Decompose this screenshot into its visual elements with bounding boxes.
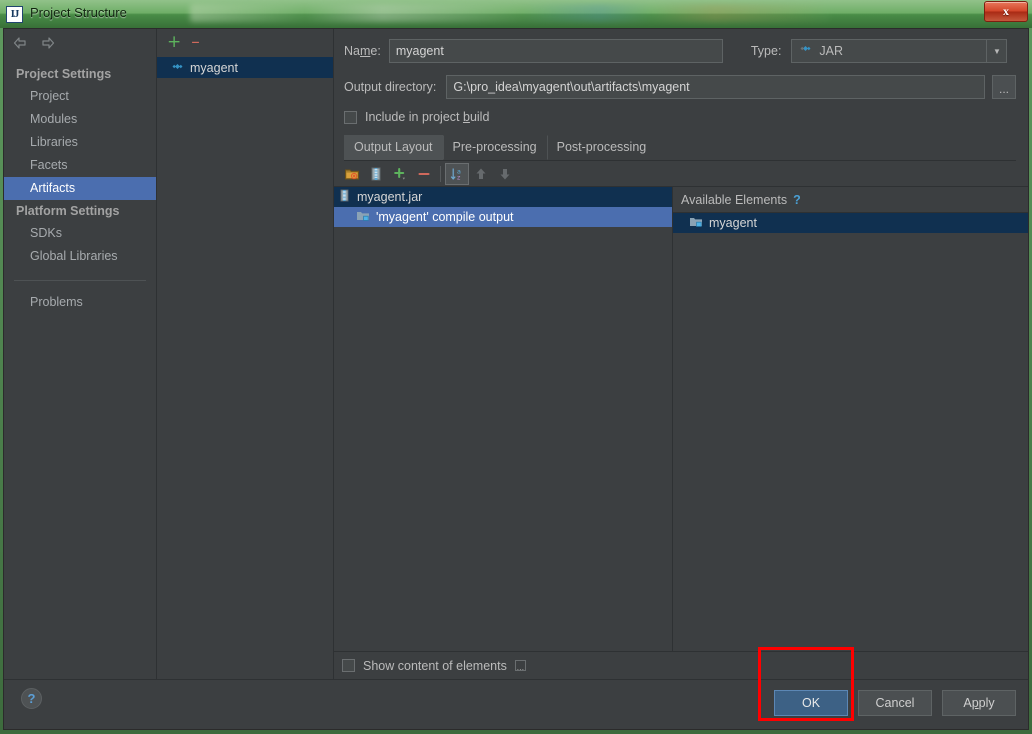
remove-icon[interactable] xyxy=(412,163,436,185)
output-directory-input[interactable]: G:\pro_idea\myagent\out\artifacts\myagen… xyxy=(446,75,985,99)
name-input[interactable]: myagent xyxy=(388,39,723,63)
available-elements-list: myagent xyxy=(673,213,1028,233)
dialog-content: Project Settings Project Modules Librari… xyxy=(4,29,1028,679)
artifacts-list-panel: + – myagent xyxy=(157,29,334,679)
output-directory-label: Output directory: xyxy=(344,80,437,94)
nav-group-project-settings: Project Settings xyxy=(16,67,112,81)
tree-row[interactable]: 'myagent' compile output xyxy=(334,207,672,227)
remove-artifact-button[interactable]: – xyxy=(191,33,200,51)
list-item[interactable]: myagent xyxy=(157,57,333,78)
dialog-button-bar: ? OK Cancel Apply xyxy=(4,679,1028,729)
module-output-icon xyxy=(689,215,703,231)
artifact-editor-form: Name: myagent Type: JAR ▼ Output directo… xyxy=(334,29,1028,161)
cancel-button[interactable]: Cancel xyxy=(858,690,932,716)
tree-row[interactable]: myagent xyxy=(673,213,1028,233)
output-layout-toolbar: a z xyxy=(334,161,1028,187)
settings-sidebar: Project Settings Project Modules Librari… xyxy=(4,29,157,679)
layout-trees: myagent.jar 'myagent' compile output Ava… xyxy=(334,187,1028,651)
ellipsis-icon: ... xyxy=(998,82,1009,96)
show-content-row: Show content of elements ... xyxy=(334,651,1028,679)
type-select-value: JAR xyxy=(819,44,844,58)
tab-post-processing[interactable]: Post-processing xyxy=(546,135,657,160)
nav-history-controls xyxy=(4,29,156,57)
name-label: Name: xyxy=(344,44,381,58)
type-select[interactable]: JAR ▼ xyxy=(791,39,1008,63)
output-layout-tree: myagent.jar 'myagent' compile output xyxy=(334,187,672,651)
apply-button[interactable]: Apply xyxy=(942,690,1016,716)
output-directory-row: Output directory: G:\pro_idea\myagent\ou… xyxy=(344,75,1016,99)
ok-button[interactable]: OK xyxy=(774,690,848,716)
project-structure-dialog: Project Settings Project Modules Librari… xyxy=(3,28,1029,730)
sidebar-item-project[interactable]: Project xyxy=(4,85,156,108)
move-down-icon xyxy=(493,163,517,185)
include-in-build-checkbox[interactable] xyxy=(344,110,357,124)
title-bar: IJ Project Structure x xyxy=(0,0,1032,28)
tree-row[interactable]: myagent.jar xyxy=(334,187,672,207)
apply-button-label: Apply xyxy=(963,696,995,710)
artifacts-list: myagent xyxy=(157,55,333,679)
browse-button[interactable]: ... xyxy=(992,75,1016,99)
nav-group-platform-settings: Platform Settings xyxy=(16,204,120,218)
tab-output-layout[interactable]: Output Layout xyxy=(344,135,443,160)
name-input-value: myagent xyxy=(395,44,444,58)
artifacts-toolbar: + – xyxy=(157,29,333,55)
tree-row-label: myagent.jar xyxy=(357,190,423,204)
help-icon: ? xyxy=(27,691,36,706)
list-item-label: myagent xyxy=(190,60,238,75)
idea-icon: IJ xyxy=(6,6,23,23)
available-elements-title: Available Elements xyxy=(681,192,788,207)
sidebar-item-sdks[interactable]: SDKs xyxy=(4,222,156,245)
desktop-bleed xyxy=(190,4,830,22)
create-archive-icon[interactable] xyxy=(364,163,388,185)
jar-icon xyxy=(338,189,351,205)
window-frame: IJ Project Structure x Project Settings … xyxy=(0,0,1032,734)
nav-divider xyxy=(14,280,146,281)
settings-nav-list: Project Settings Project Modules Librari… xyxy=(4,57,156,314)
compile-output-icon xyxy=(356,209,370,225)
available-elements-header: Available Elements ? xyxy=(673,187,1028,213)
sidebar-item-global-libraries[interactable]: Global Libraries xyxy=(4,245,156,268)
help-icon[interactable]: ? xyxy=(793,193,801,207)
editor-tabs: Output Layout Pre-processing Post-proces… xyxy=(344,135,1016,161)
ok-button-label: OK xyxy=(801,696,821,710)
show-content-checkbox[interactable] xyxy=(342,659,355,672)
output-directory-value: G:\pro_idea\myagent\out\artifacts\myagen… xyxy=(453,80,690,94)
add-artifact-button[interactable]: + xyxy=(167,33,181,51)
available-elements-panel: Available Elements ? myagent xyxy=(672,187,1028,651)
close-button[interactable]: x xyxy=(984,1,1028,22)
show-content-options-button[interactable]: ... xyxy=(514,660,526,672)
name-row: Name: myagent Type: JAR ▼ xyxy=(344,39,1016,63)
type-label: Type: xyxy=(750,44,782,58)
tab-pre-processing[interactable]: Pre-processing xyxy=(442,135,547,160)
idea-icon-glyph: IJ xyxy=(10,8,20,20)
include-in-build-row[interactable]: Include in project build xyxy=(344,110,1016,124)
show-content-label: Show content of elements xyxy=(363,658,507,673)
sidebar-item-artifacts[interactable]: Artifacts xyxy=(4,177,156,200)
sidebar-item-modules[interactable]: Modules xyxy=(4,108,156,131)
close-icon: x xyxy=(1003,4,1009,18)
create-directory-icon[interactable] xyxy=(340,163,364,185)
artifact-icon xyxy=(171,60,184,76)
jar-type-icon xyxy=(799,42,812,60)
artifact-editor: Name: myagent Type: JAR ▼ Output directo… xyxy=(334,29,1028,679)
chevron-down-icon[interactable]: ▼ xyxy=(986,40,1006,62)
window-title: Project Structure xyxy=(30,5,127,20)
sidebar-item-libraries[interactable]: Libraries xyxy=(4,131,156,154)
toolbar-divider xyxy=(440,165,441,182)
arrow-right-icon[interactable] xyxy=(40,35,56,51)
help-button[interactable]: ? xyxy=(21,688,42,709)
sort-alphabetically-icon[interactable]: a z xyxy=(445,162,469,185)
include-in-build-label: Include in project build xyxy=(365,110,490,124)
add-copy-icon[interactable] xyxy=(388,163,412,185)
sidebar-item-facets[interactable]: Facets xyxy=(4,154,156,177)
move-up-icon xyxy=(469,163,493,185)
dialog-buttons: OK Cancel Apply xyxy=(774,690,1016,716)
cancel-button-label: Cancel xyxy=(875,696,915,710)
tree-row-label: myagent xyxy=(709,216,757,230)
arrow-left-icon[interactable] xyxy=(12,35,28,51)
sidebar-item-problems[interactable]: Problems xyxy=(4,291,156,314)
tree-row-label: 'myagent' compile output xyxy=(376,210,514,224)
